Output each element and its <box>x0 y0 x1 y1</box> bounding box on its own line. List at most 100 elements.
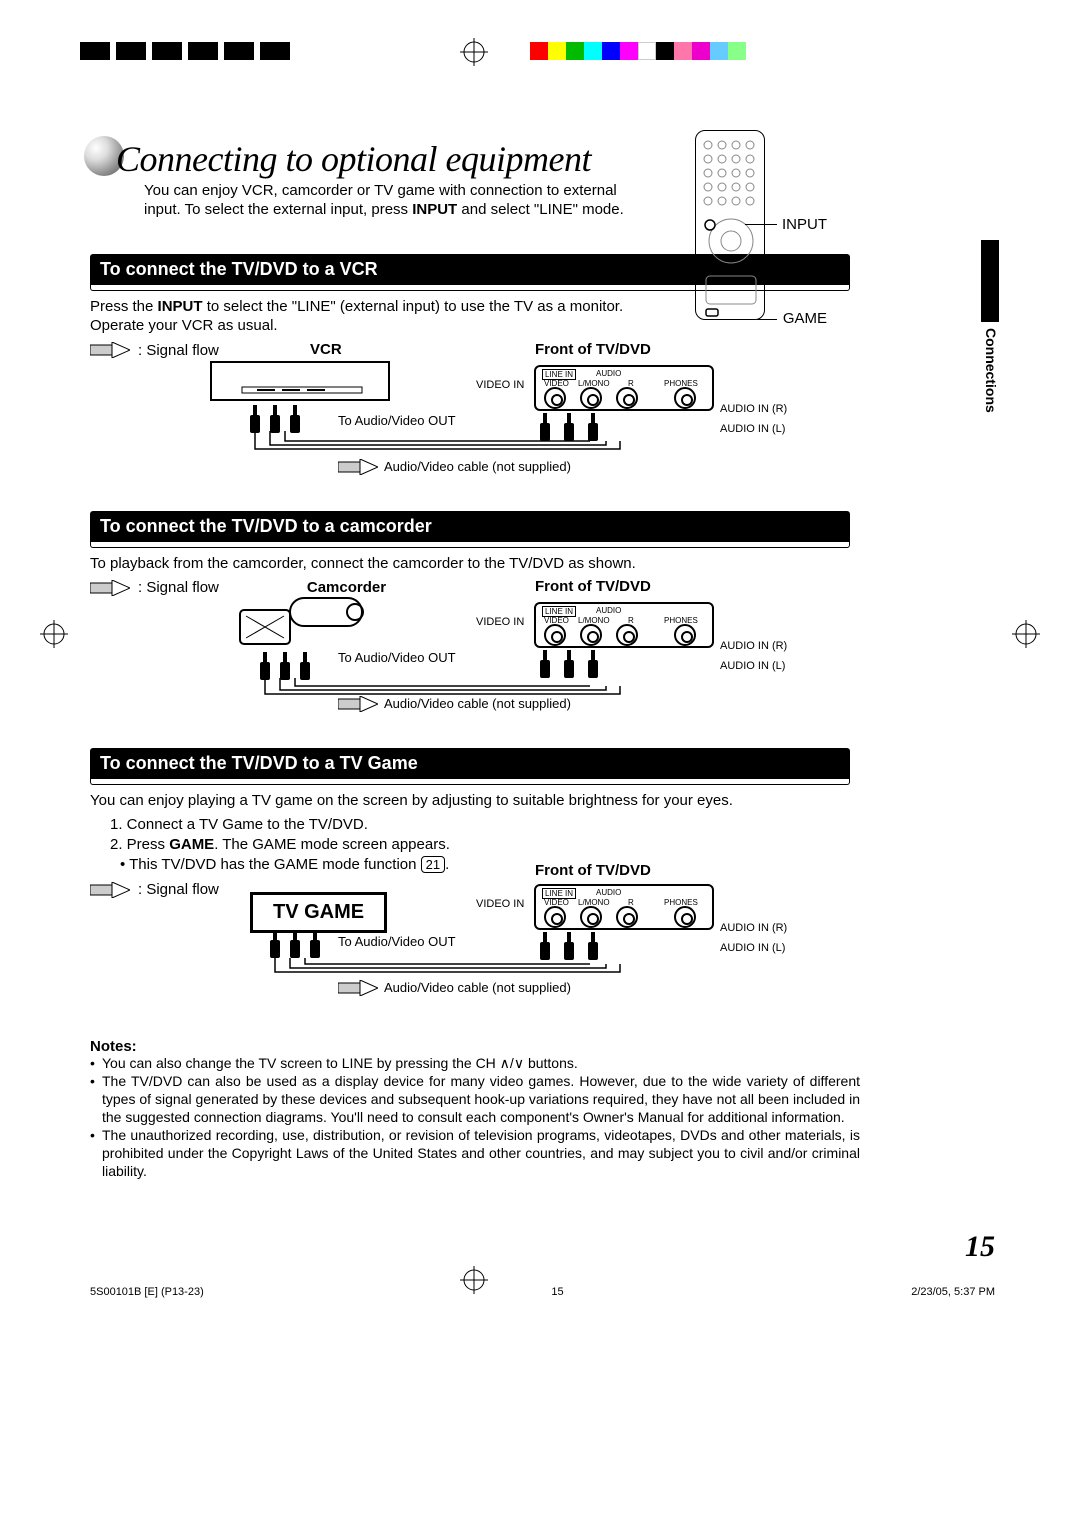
page-title-wrap: Connecting to optional equipment <box>90 130 995 182</box>
remote-input-leader <box>745 224 777 225</box>
jack-r <box>616 387 638 409</box>
vcr-audio-r-label: AUDIO IN (R) <box>720 403 787 415</box>
vcr-device-label: VCR <box>310 341 342 358</box>
tv-game-box: TV GAME <box>250 892 387 933</box>
registration-mark-right <box>1012 620 1040 648</box>
game-step-1: 1. Connect a TV Game to the TV/DVD. <box>110 815 995 835</box>
game-text: You can enjoy playing a TV game on the s… <box>90 791 850 811</box>
vcr-cable-line <box>250 431 630 461</box>
jack-phones <box>674 387 696 409</box>
vcr-plugs-left <box>250 405 300 433</box>
remote-illustration <box>695 130 765 320</box>
jack-lmono <box>580 387 602 409</box>
signal-flow-arrow-icon <box>90 882 130 898</box>
game-front-panel: LINE IN AUDIO VIDEO L/MONO R PHONES <box>534 884 714 930</box>
registration-mark-top <box>460 38 488 66</box>
vcr-front-label: Front of TV/DVD <box>535 341 651 358</box>
printer-colorbar-right <box>530 42 746 60</box>
jack-lmono <box>580 906 602 928</box>
cam-audio-r-label: AUDIO IN (R) <box>720 640 787 652</box>
game-step2-bold: GAME <box>169 836 214 853</box>
game-cable-line <box>270 958 630 982</box>
cam-front-label: Front of TV/DVD <box>535 578 651 595</box>
note-3: The unauthorized recording, use, distrib… <box>90 1127 860 1181</box>
tiny-audio: AUDIO <box>596 888 621 897</box>
intro-line2c: and select "LINE" mode. <box>457 201 624 218</box>
printer-colorbar-left <box>80 42 290 60</box>
footer: 5S00101B [E] (P13-23) 15 2/23/05, 5:37 P… <box>90 1286 995 1298</box>
remote-game-leader <box>757 319 777 320</box>
vcr-cable-arrow-icon <box>338 459 378 479</box>
vcr-text-c: to select the "LINE" (external input) to… <box>203 298 624 315</box>
section-frame-game <box>90 779 850 785</box>
intro-line2a: input. To select the external input, pre… <box>144 201 412 218</box>
game-audio-r-label: AUDIO IN (R) <box>720 922 787 934</box>
section-frame-cam <box>90 542 850 548</box>
game-cable-label: Audio/Video cable (not supplied) <box>384 980 571 995</box>
vcr-front-panel: LINE IN AUDIO VIDEO L/MONO R PHONES <box>534 365 714 411</box>
jack-video <box>544 387 566 409</box>
note-2: The TV/DVD can also be used as a display… <box>90 1073 860 1127</box>
jack-r <box>616 624 638 646</box>
cam-plugs-left <box>260 652 310 680</box>
vcr-text2: Operate your VCR as usual. <box>90 317 278 334</box>
notes-heading: Notes: <box>90 1038 995 1055</box>
footer-left: 5S00101B [E] (P13-23) <box>90 1286 204 1298</box>
note-1: You can also change the TV screen to LIN… <box>90 1055 860 1073</box>
side-tab-block <box>981 240 999 322</box>
page-ref-badge: 21 <box>421 856 445 873</box>
remote-game-label: GAME <box>783 310 827 327</box>
remote-input-label: INPUT <box>782 216 827 233</box>
page-number: 15 <box>965 1230 995 1264</box>
jack-phones <box>674 906 696 928</box>
jack-video <box>544 906 566 928</box>
game-bullet-c: . <box>445 856 449 873</box>
game-step2-c: . The GAME mode screen appears. <box>214 836 450 853</box>
registration-mark-left <box>40 620 68 648</box>
vcr-diagram: VCR Front of TV/DVD LINE IN AUDIO VIDEO … <box>90 361 850 501</box>
game-diagram: TV GAME Front of TV/DVD LINE IN AUDIO VI… <box>90 900 850 1030</box>
camcorder-icon <box>230 592 370 656</box>
game-plugs-right <box>540 932 598 960</box>
game-bullet-a: • This TV/DVD has the GAME mode function <box>120 856 421 873</box>
game-video-in-label: VIDEO IN <box>476 898 524 910</box>
game-front-label: Front of TV/DVD <box>535 862 651 879</box>
vcr-to-av-out: To Audio/Video OUT <box>338 413 456 428</box>
side-tab-label: Connections <box>983 328 999 413</box>
cam-text: To playback from the camcorder, connect … <box>90 554 850 574</box>
vcr-text-a: Press the <box>90 298 158 315</box>
section-heading-cam: To connect the TV/DVD to a camcorder <box>90 511 850 542</box>
cam-front-panel: LINE IN AUDIO VIDEO L/MONO R PHONES <box>534 602 714 648</box>
intro-line1: You can enjoy VCR, camcorder or TV game … <box>144 182 617 199</box>
footer-center: 15 <box>551 1286 563 1298</box>
vcr-cable-label: Audio/Video cable (not supplied) <box>384 459 571 474</box>
jack-video <box>544 624 566 646</box>
intro-input-bold: INPUT <box>412 201 457 218</box>
footer-right: 2/23/05, 5:37 PM <box>911 1286 995 1298</box>
game-audio-l-label: AUDIO IN (L) <box>720 942 785 954</box>
vcr-video-in-label: VIDEO IN <box>476 379 524 391</box>
tiny-phones: PHONES <box>664 379 698 388</box>
tiny-r: R <box>628 379 634 388</box>
cam-plugs-right <box>540 650 598 678</box>
vcr-signal-flow-label: : Signal flow <box>138 342 219 359</box>
vcr-text-bold: INPUT <box>158 298 203 315</box>
game-cable-arrow-icon <box>338 980 378 1000</box>
tiny-audio: AUDIO <box>596 369 621 378</box>
notes-list: You can also change the TV screen to LIN… <box>90 1055 860 1180</box>
vcr-audio-l-label: AUDIO IN (L) <box>720 423 785 435</box>
cam-cable-line <box>260 678 630 704</box>
jack-r <box>616 906 638 928</box>
intro-text: You can enjoy VCR, camcorder or TV game … <box>144 182 624 220</box>
cam-to-av-out: To Audio/Video OUT <box>338 650 456 665</box>
cam-signal-flow-label: : Signal flow <box>138 579 219 596</box>
game-plugs-left <box>270 930 320 958</box>
page-content: Connections Connecting to optional equip… <box>90 130 995 1270</box>
vcr-device-icon <box>210 361 390 401</box>
cam-diagram: Front of TV/DVD LINE IN AUDIO VIDEO L/MO… <box>90 598 850 738</box>
game-step-2: 2. Press GAME. The GAME mode screen appe… <box>110 835 995 855</box>
tiny-lmono: L/MONO <box>578 379 610 388</box>
page-title: Connecting to optional equipment <box>116 138 591 180</box>
jack-phones <box>674 624 696 646</box>
cam-video-in-label: VIDEO IN <box>476 616 524 628</box>
